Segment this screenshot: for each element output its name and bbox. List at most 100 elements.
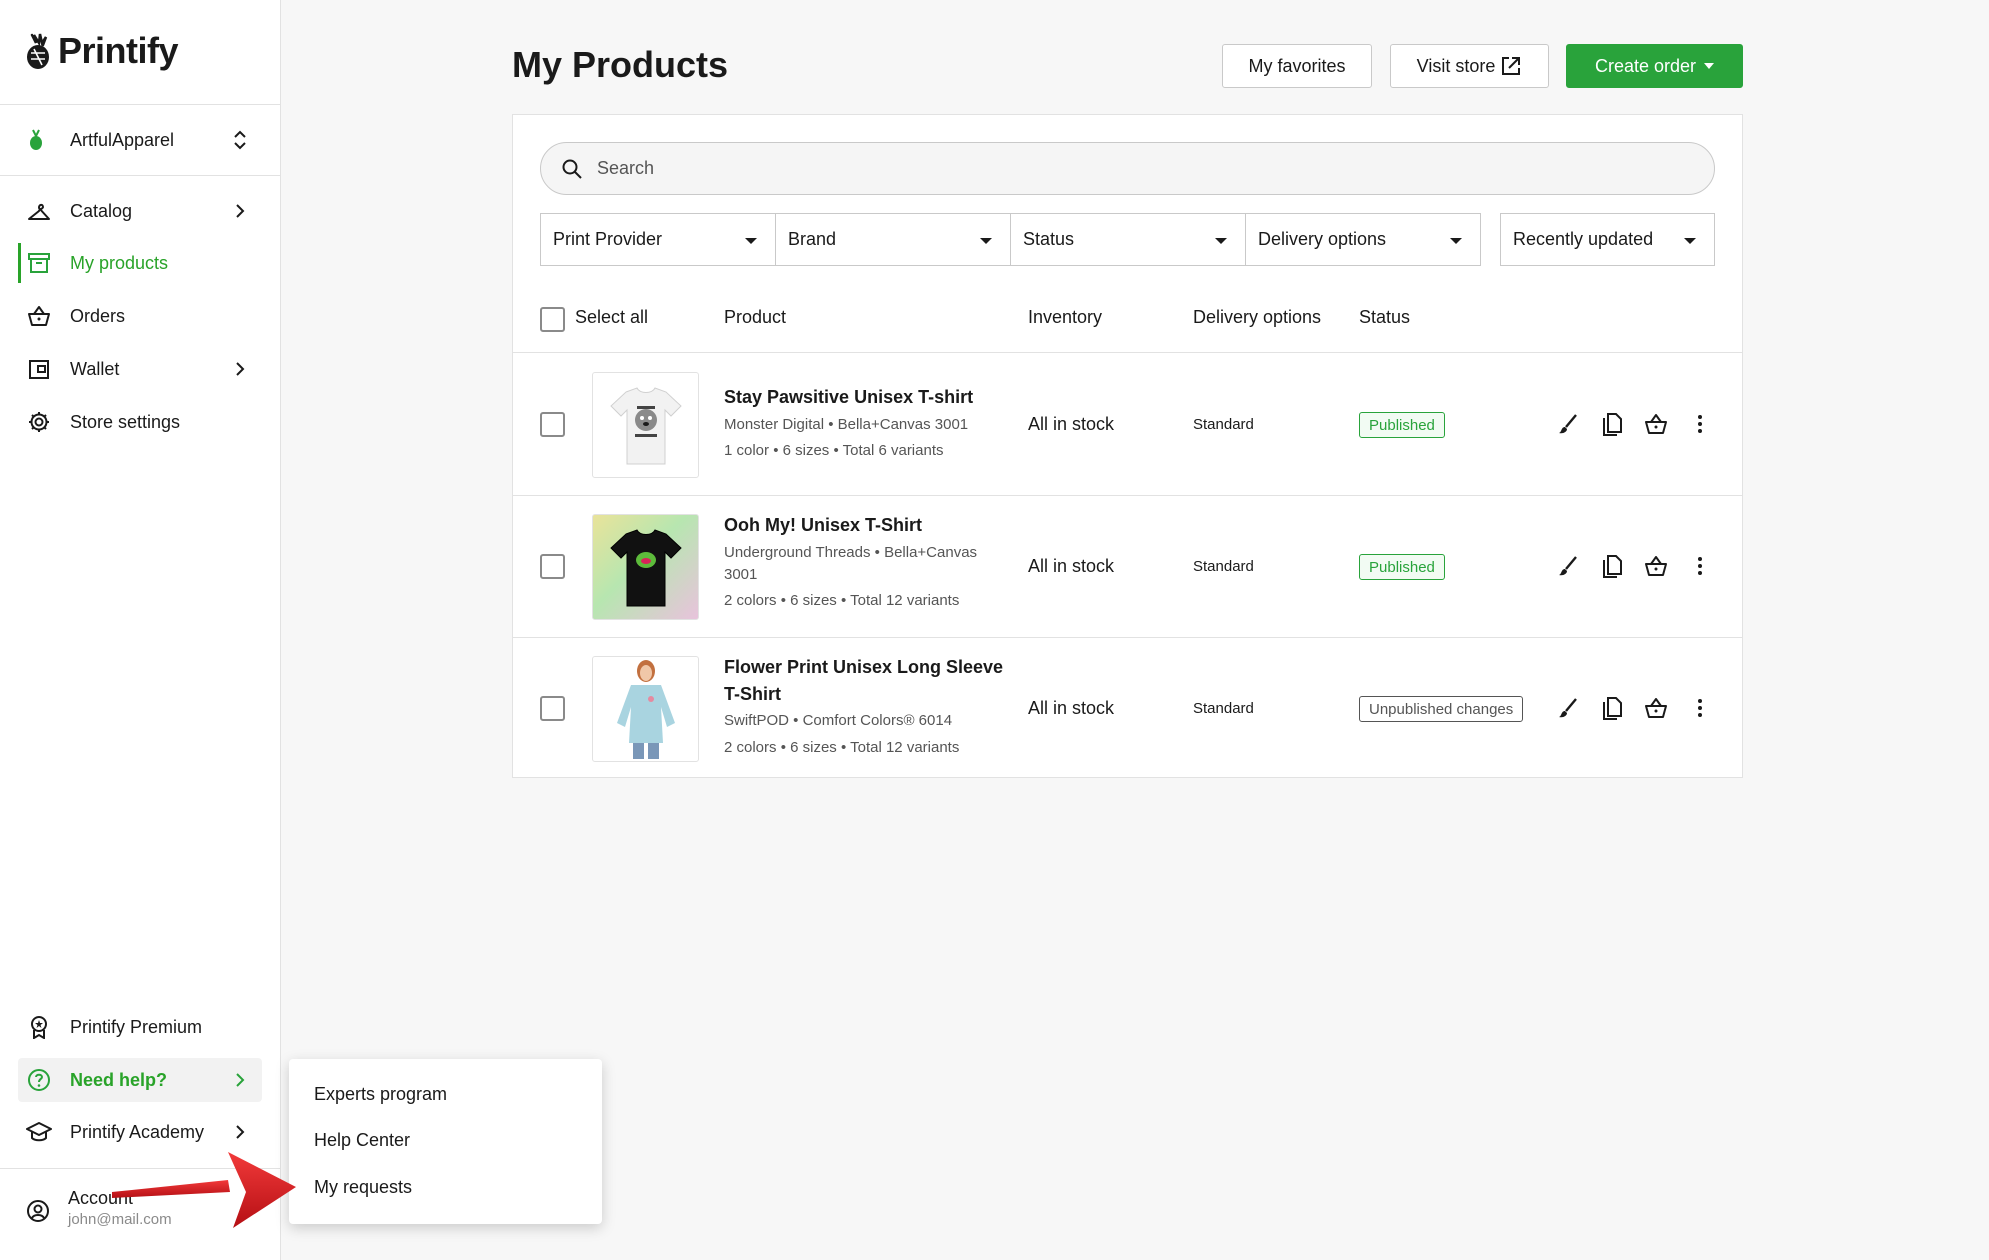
store-switcher[interactable]: ArtfulApparel: [0, 120, 280, 160]
filter-status[interactable]: Status: [1010, 213, 1246, 266]
nav-need-help-label: Need help?: [70, 1069, 168, 1090]
inventory-status: All in stock: [1028, 698, 1115, 718]
filter-delivery-options[interactable]: Delivery options: [1245, 213, 1481, 266]
graduation-cap-icon: [26, 1119, 52, 1145]
nav-printify-premium-label: Printify Premium: [70, 1016, 203, 1037]
product-thumbnail[interactable]: [592, 514, 699, 620]
menu-item-experts-program[interactable]: Experts program: [314, 1084, 447, 1105]
column-product: Product: [724, 307, 787, 327]
edit-brush-icon[interactable]: [1553, 693, 1583, 723]
help-menu-popup: Experts program Help Center My requests: [289, 1059, 602, 1224]
white-tshirt-image: [609, 387, 682, 465]
filter-print-provider[interactable]: Print Provider: [540, 213, 776, 266]
duplicate-icon[interactable]: [1597, 551, 1627, 581]
chevron-right-icon: [236, 362, 245, 376]
basket-icon[interactable]: [1641, 409, 1671, 439]
product-thumbnail[interactable]: [592, 656, 699, 762]
search-input[interactable]: [597, 158, 1597, 179]
model-long-sleeve-image: [616, 660, 675, 759]
menu-item-help-center[interactable]: Help Center: [314, 1130, 410, 1151]
row-checkbox[interactable]: [540, 412, 565, 437]
nav-orders-label: Orders: [70, 305, 126, 326]
select-all-checkbox[interactable]: [540, 307, 565, 332]
more-vertical-icon[interactable]: [1685, 409, 1715, 439]
edit-brush-icon[interactable]: [1553, 551, 1583, 581]
nav-orders[interactable]: Orders: [0, 294, 280, 338]
chevron-right-icon: [236, 204, 245, 218]
product-name[interactable]: Ooh My! Unisex T-Shirt: [724, 512, 1004, 539]
duplicate-icon[interactable]: [1597, 409, 1627, 439]
caret-down-icon: [1450, 238, 1462, 244]
nav-store-settings-label: Store settings: [70, 411, 181, 432]
product-name[interactable]: Flower Print Unisex Long Sleeve T-Shirt: [724, 654, 1004, 708]
nav-printify-academy[interactable]: Printify Academy: [0, 1110, 280, 1154]
inventory-status: All in stock: [1028, 556, 1115, 576]
status-badge: Unpublished changes: [1359, 696, 1524, 722]
box-icon: [26, 250, 52, 276]
my-favorites-button[interactable]: My favorites: [1222, 44, 1372, 88]
up-down-chevron-icon: [234, 130, 246, 150]
row-actions: [1553, 409, 1729, 439]
row-checkbox[interactable]: [540, 696, 565, 721]
store-pineapple-icon: [30, 129, 42, 150]
nav-my-products[interactable]: My products: [0, 241, 280, 285]
visit-store-button[interactable]: Visit store: [1390, 44, 1549, 88]
filter-brand[interactable]: Brand: [775, 213, 1011, 266]
create-order-button[interactable]: Create order: [1566, 44, 1743, 88]
table-header: Select all Product Inventory Delivery op…: [513, 285, 1742, 353]
basket-icon: [26, 303, 52, 329]
printify-logo-icon: [27, 33, 49, 69]
table-row[interactable]: Flower Print Unisex Long Sleeve T-Shirt …: [513, 638, 1742, 780]
more-vertical-icon[interactable]: [1685, 693, 1715, 723]
nav-store-settings[interactable]: Store settings: [0, 400, 280, 444]
printify-logo[interactable]: Printify: [24, 28, 179, 74]
product-provider: Monster Digital • Bella+Canvas 3001: [724, 416, 969, 433]
caret-down-icon: [1684, 238, 1696, 244]
visit-store-label: Visit store: [1416, 55, 1496, 76]
column-inventory: Inventory: [1028, 307, 1103, 327]
sort-dropdown[interactable]: Recently updated: [1500, 213, 1715, 266]
search-bar[interactable]: [540, 142, 1715, 195]
logo-text: Printify: [58, 30, 179, 71]
filter-label: Brand: [788, 229, 837, 249]
caret-down-icon: [745, 238, 757, 244]
product-name[interactable]: Stay Pawsitive Unisex T-shirt: [724, 384, 1004, 411]
nav-catalog[interactable]: Catalog: [0, 189, 280, 233]
basket-icon[interactable]: [1641, 693, 1671, 723]
gear-icon: [26, 409, 52, 435]
delivery-option: Standard: [1193, 416, 1254, 433]
search-icon: [562, 159, 582, 179]
table-row[interactable]: Ooh My! Unisex T-Shirt Underground Threa…: [513, 496, 1742, 638]
divider: [0, 175, 280, 176]
sidebar: Printify ArtfulApparel Catalog My produc…: [0, 0, 281, 1260]
create-order-label: Create order: [1594, 55, 1697, 76]
delivery-option: Standard: [1193, 558, 1254, 575]
duplicate-icon[interactable]: [1597, 693, 1627, 723]
select-all-label[interactable]: Select all: [575, 307, 648, 328]
caret-down-icon: [980, 238, 992, 244]
edit-brush-icon[interactable]: [1553, 409, 1583, 439]
product-provider: Underground Threads • Bella+Canvas 3001: [724, 544, 978, 583]
nav-printify-premium[interactable]: Printify Premium: [0, 1005, 280, 1049]
nav-need-help[interactable]: Need help?: [18, 1058, 262, 1102]
nav-catalog-label: Catalog: [70, 200, 133, 221]
product-variants: 1 color • 6 sizes • Total 6 variants: [724, 442, 944, 459]
product-variants: 2 colors • 6 sizes • Total 12 variants: [724, 739, 960, 756]
row-checkbox[interactable]: [540, 554, 565, 579]
award-icon: [26, 1014, 52, 1040]
filter-label: Status: [1023, 229, 1075, 249]
nav-printify-academy-label: Printify Academy: [70, 1121, 205, 1142]
delivery-option: Standard: [1193, 700, 1254, 717]
basket-icon[interactable]: [1641, 551, 1671, 581]
caret-down-icon: [1215, 238, 1227, 244]
nav-wallet[interactable]: Wallet: [0, 347, 280, 391]
black-tshirt-image: [609, 529, 682, 607]
product-thumbnail[interactable]: [592, 372, 699, 478]
table-row[interactable]: Stay Pawsitive Unisex T-shirt Monster Di…: [513, 354, 1742, 496]
filter-label: Delivery options: [1258, 229, 1387, 249]
external-link-icon: [1502, 57, 1521, 75]
more-vertical-icon[interactable]: [1685, 551, 1715, 581]
page-scrollbar[interactable]: [1977, 0, 1989, 1260]
menu-item-my-requests[interactable]: My requests: [314, 1177, 412, 1198]
product-variants: 2 colors • 6 sizes • Total 12 variants: [724, 592, 960, 609]
